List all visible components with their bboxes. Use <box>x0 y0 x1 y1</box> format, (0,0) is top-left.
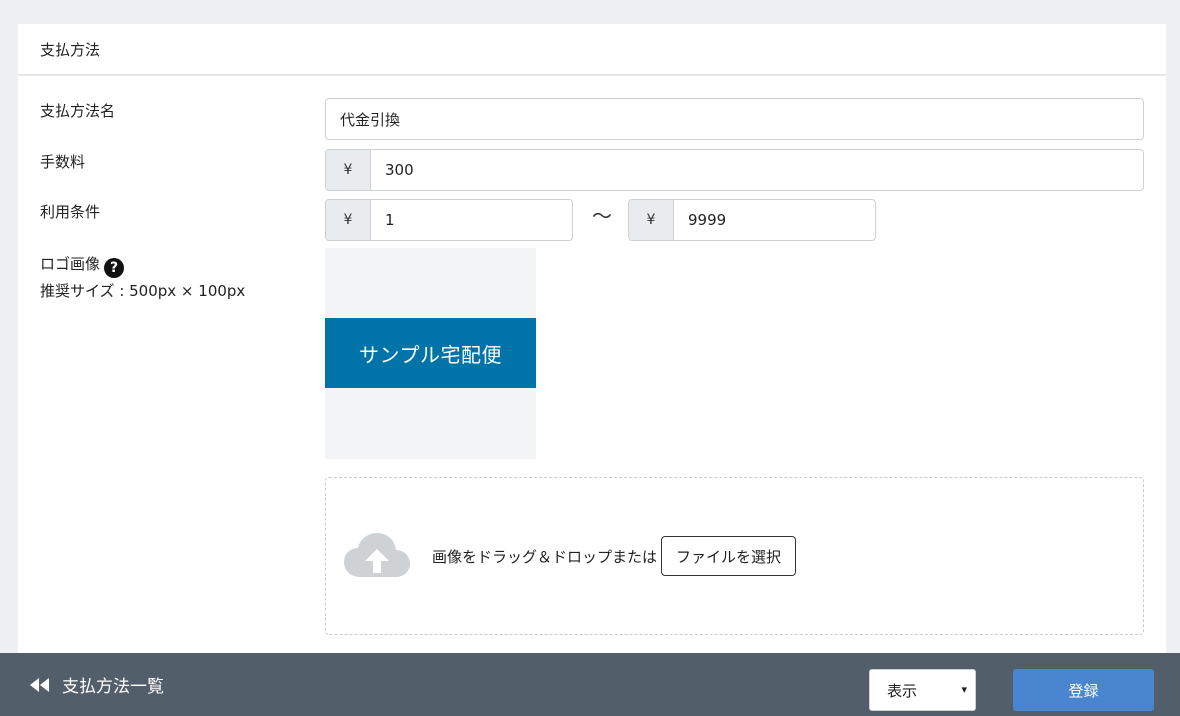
logo-preview-image: サンプル宅配便 <box>325 318 536 388</box>
name-input[interactable]: 代金引換 <box>325 98 1144 140</box>
logo-label: ロゴ画像 <box>40 255 101 273</box>
card-title: 支払方法 <box>40 40 101 59</box>
name-label: 支払方法名 <box>40 102 116 120</box>
min-amount-value: 1 <box>385 211 395 229</box>
payment-method-card: 支払方法 支払方法名 代金引換 手数料 ¥ 300 利用条件 ¥ 1 〜 ¥ 9… <box>18 24 1166 654</box>
logo-label-block: ロゴ画像? 推奨サイズ : 500px × 100px <box>40 251 245 304</box>
visibility-select[interactable]: 表示 ▾ <box>869 669 976 711</box>
card-header: 支払方法 <box>18 24 1166 76</box>
min-amount-input-group: ¥ 1 <box>325 199 573 241</box>
logo-preview-text: サンプル宅配便 <box>359 342 502 367</box>
cloud-upload-icon <box>344 533 410 577</box>
fee-input[interactable]: 300 <box>371 150 1143 190</box>
max-amount-input[interactable]: 9999 <box>674 200 875 240</box>
conditions-label: 利用条件 <box>40 203 101 221</box>
min-currency-addon: ¥ <box>326 200 371 240</box>
image-dropzone[interactable]: 画像をドラッグ＆ドロップまたは ファイルを選択 <box>325 477 1144 635</box>
min-amount-input[interactable]: 1 <box>371 200 572 240</box>
chevron-down-icon: ▾ <box>961 683 967 696</box>
visibility-select-value: 表示 <box>887 681 918 700</box>
max-currency-addon: ¥ <box>629 200 674 240</box>
fee-currency-addon: ¥ <box>326 150 371 190</box>
double-chevron-left-icon <box>30 677 50 692</box>
fee-input-group: ¥ 300 <box>325 149 1144 191</box>
name-input-value: 代金引換 <box>340 110 401 129</box>
dropzone-text: 画像をドラッグ＆ドロップまたは <box>432 547 658 566</box>
back-to-list-link[interactable]: 支払方法一覧 <box>30 653 164 716</box>
max-amount-value: 9999 <box>688 211 727 229</box>
max-amount-input-group: ¥ 9999 <box>628 199 876 241</box>
back-link-label: 支払方法一覧 <box>62 677 164 697</box>
logo-preview: サンプル宅配便 <box>325 248 536 459</box>
question-circle-icon[interactable]: ? <box>104 258 125 278</box>
range-separator: 〜 <box>592 204 612 228</box>
logo-size-hint: 推奨サイズ : 500px × 100px <box>40 282 246 300</box>
fee-label: 手数料 <box>40 153 86 171</box>
fee-input-value: 300 <box>385 161 414 179</box>
choose-file-button[interactable]: ファイルを選択 <box>661 536 797 576</box>
footer-bar: 支払方法一覧 表示 ▾ 登録 <box>0 653 1180 716</box>
register-button[interactable]: 登録 <box>1013 669 1154 711</box>
